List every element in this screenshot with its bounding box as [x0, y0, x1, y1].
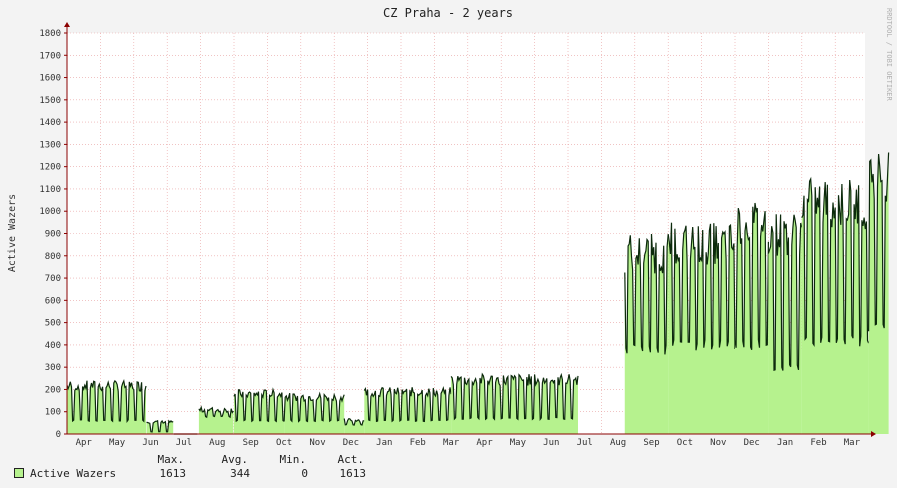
x-tick-label: Jun: [543, 438, 559, 448]
x-tick-label: May: [109, 438, 126, 448]
y-tick-label: 100: [45, 408, 61, 418]
y-tick-label: 1500: [39, 96, 61, 106]
legend: Max. Avg. Min. Act. Active Wazers 1613 3…: [14, 452, 366, 480]
x-tick-label: Sep: [643, 438, 659, 448]
legend-header-min: Min.: [279, 452, 307, 466]
y-tick-label: 900: [45, 230, 61, 240]
y-tick-label: 800: [45, 252, 61, 262]
x-tick-label: Apr: [476, 438, 493, 448]
x-tick-label: Sep: [243, 438, 259, 448]
x-tick-labels: Apr May Jun Jul Aug Sep Oct Nov Dec Jan Feb Mar Apr M…: [76, 438, 861, 448]
legend-value-avg: 344: [230, 466, 250, 480]
y-tick-label: 400: [45, 341, 61, 351]
x-tick-label: Oct: [276, 438, 292, 448]
chart-title: CZ Praha - 2 years: [383, 6, 513, 20]
x-tick-label: Nov: [710, 438, 726, 448]
y-tick-label: 1700: [39, 51, 61, 61]
y-tick-label: 1100: [39, 185, 61, 195]
legend-header-avg: Avg.: [221, 452, 249, 466]
y-tick-label: 1800: [39, 29, 61, 39]
x-tick-label: Feb: [410, 438, 426, 448]
x-tick-label: Oct: [677, 438, 693, 448]
y-tick-label: 1200: [39, 163, 61, 173]
y-tick-label: 600: [45, 296, 61, 306]
series-area: [868, 152, 889, 434]
legend-header-act: Act.: [337, 452, 365, 466]
y-axis-label: Active Wazers: [7, 194, 18, 272]
y-tick-label: 500: [45, 319, 61, 329]
x-tick-label: Jul: [577, 438, 593, 448]
chart: CZ Praha - 2 years RRDTOOL / TOBI OETIKE…: [7, 6, 893, 448]
x-tick-label: Aug: [610, 438, 626, 448]
x-tick-label: May: [510, 438, 527, 448]
legend-header-max: Max.: [157, 452, 185, 466]
y-tick-label: 1400: [39, 118, 61, 128]
x-tick-label: Jul: [176, 438, 192, 448]
legend-value-act: 1613: [339, 466, 367, 480]
y-tick-label: 0: [56, 430, 61, 440]
legend-header-row: Max. Avg. Min. Act.: [14, 452, 366, 466]
y-tick-label: 300: [45, 363, 61, 373]
legend-value-max: 1613: [159, 466, 187, 480]
y-tick-labels: 0 100 200 300 400 500 600 700 800 900 1000 1100 1200…: [39, 29, 61, 440]
y-tick-label: 200: [45, 385, 61, 395]
x-tick-label: Mar: [443, 438, 460, 448]
x-tick-label: Nov: [309, 438, 325, 448]
y-tick-label: 700: [45, 274, 61, 284]
legend-value-min: 0: [301, 466, 308, 480]
legend-swatch: [14, 468, 24, 478]
y-tick-label: 1000: [39, 207, 61, 217]
watermark: RRDTOOL / TOBI OETIKER: [885, 8, 893, 102]
legend-row: Active Wazers 1613 344 0 1613: [14, 466, 366, 480]
x-tick-label: Feb: [810, 438, 826, 448]
x-tick-label: Jan: [777, 438, 793, 448]
x-tick-label: Dec: [343, 438, 359, 448]
y-axis-arrow: [64, 22, 70, 27]
x-tick-label: Apr: [76, 438, 93, 448]
legend-label: Active Wazers: [30, 466, 117, 480]
x-tick-label: Jan: [376, 438, 392, 448]
x-tick-label: Aug: [209, 438, 225, 448]
x-tick-label: Dec: [744, 438, 760, 448]
x-tick-label: Mar: [844, 438, 861, 448]
x-tick-label: Jun: [142, 438, 158, 448]
y-tick-label: 1600: [39, 74, 61, 84]
y-tick-label: 1300: [39, 140, 61, 150]
